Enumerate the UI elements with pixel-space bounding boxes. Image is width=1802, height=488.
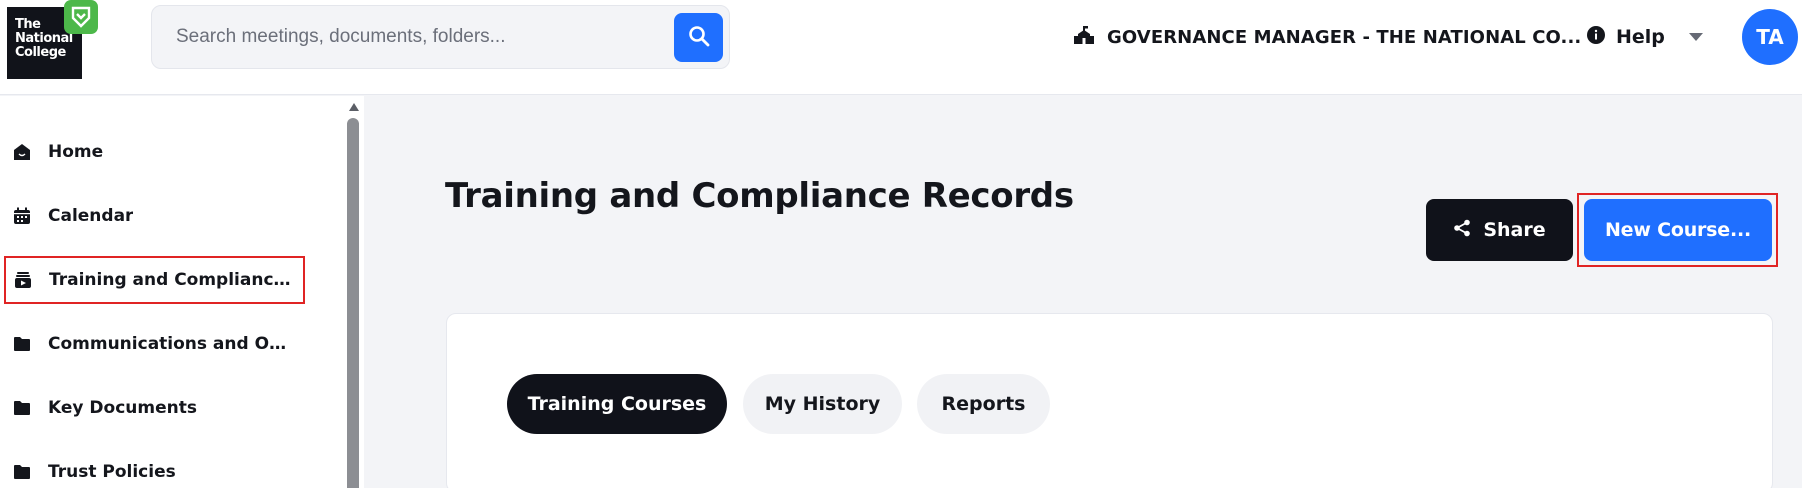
scroll-up-arrow[interactable] bbox=[349, 103, 359, 111]
sidebar-item-training-and-compliance[interactable]: Training and Compliance... bbox=[4, 256, 305, 304]
share-button[interactable]: Share bbox=[1426, 199, 1573, 261]
sidebar-item-calendar[interactable]: Calendar bbox=[4, 192, 304, 240]
national-college-logo[interactable]: The National College bbox=[7, 0, 98, 79]
organisation-selector[interactable]: GOVERNANCE MANAGER - THE NATIONAL CO... bbox=[1073, 22, 1581, 52]
page-title: Training and Compliance Records bbox=[445, 176, 1074, 216]
folder-icon bbox=[12, 398, 32, 418]
sidebar-item-home[interactable]: Home bbox=[4, 128, 304, 176]
school-building-icon bbox=[1073, 25, 1095, 49]
sidebar-item-trust-policies[interactable]: Trust Policies bbox=[4, 448, 304, 488]
share-icon bbox=[1453, 219, 1471, 242]
sidebar-item-communications[interactable]: Communications and Op... bbox=[4, 320, 304, 368]
chevron-down-icon bbox=[1688, 33, 1703, 41]
sidebar-item-label: Training and Compliance... bbox=[49, 270, 294, 290]
user-avatar[interactable]: TA bbox=[1742, 9, 1798, 65]
sidebar: Home Calendar Training and Compliance...… bbox=[0, 96, 364, 488]
tab-my-history[interactable]: My History bbox=[743, 374, 902, 434]
folder-icon bbox=[12, 462, 32, 482]
new-course-button[interactable]: New Course... bbox=[1584, 199, 1772, 261]
sidebar-item-label: Home bbox=[48, 142, 104, 162]
share-label: Share bbox=[1483, 219, 1546, 241]
sidebar-item-label: Key Documents bbox=[48, 398, 197, 418]
shield-icon bbox=[64, 0, 98, 34]
tab-reports[interactable]: Reports bbox=[917, 374, 1050, 434]
sidebar-scrollbar[interactable] bbox=[347, 118, 359, 488]
sidebar-item-label: Calendar bbox=[48, 206, 134, 226]
help-menu[interactable]: Help bbox=[1586, 22, 1703, 52]
logo-line-3: College bbox=[15, 45, 66, 60]
search-button[interactable] bbox=[674, 13, 723, 62]
home-icon bbox=[12, 142, 32, 162]
folder-icon bbox=[12, 334, 32, 354]
sidebar-item-label: Trust Policies bbox=[48, 462, 176, 482]
training-icon bbox=[13, 270, 33, 290]
logo-line-2: National bbox=[15, 31, 73, 46]
sidebar-item-key-documents[interactable]: Key Documents bbox=[4, 384, 304, 432]
top-bar: The National College GOVERNANCE MANAGER … bbox=[0, 0, 1802, 95]
info-icon bbox=[1586, 25, 1606, 49]
help-label: Help bbox=[1616, 26, 1665, 48]
search-box bbox=[151, 5, 730, 69]
calendar-icon bbox=[12, 206, 32, 226]
sidebar-item-label: Communications and Op... bbox=[48, 334, 293, 354]
search-input[interactable] bbox=[176, 6, 656, 68]
tab-training-courses[interactable]: Training Courses bbox=[507, 374, 727, 434]
search-icon bbox=[688, 25, 710, 51]
organisation-name: GOVERNANCE MANAGER - THE NATIONAL CO... bbox=[1107, 26, 1582, 48]
